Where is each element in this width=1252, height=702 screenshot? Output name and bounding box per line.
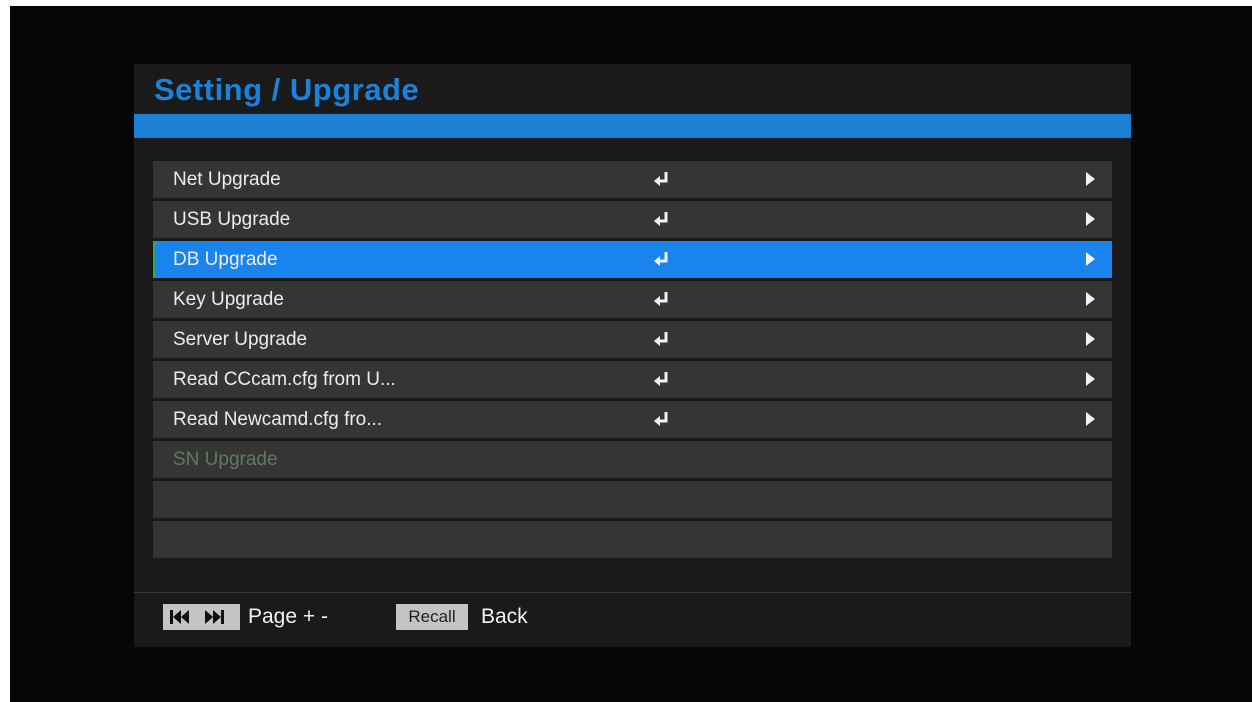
back-hint-label: Back	[481, 605, 528, 628]
menu-item-read-cccam-cfg-from-u[interactable]: Read CCcam.cfg from U...	[153, 361, 1112, 398]
menu-item-label: Net Upgrade	[173, 169, 281, 190]
menu-item-label: Key Upgrade	[173, 289, 284, 310]
menu-item-read-newcamd-cfg-fro[interactable]: Read Newcamd.cfg fro...	[153, 401, 1112, 438]
enter-return-icon	[654, 252, 668, 266]
settings-panel: Setting / Upgrade Net Upgrade USB Upgrade…	[134, 64, 1131, 647]
arrow-right-icon	[1086, 412, 1095, 426]
enter-return-icon	[654, 292, 668, 306]
menu-item-label: Read CCcam.cfg from U...	[173, 369, 396, 390]
menu-item-server-upgrade[interactable]: Server Upgrade	[153, 321, 1112, 358]
arrow-right-icon	[1086, 332, 1095, 346]
menu-item-empty-8	[153, 481, 1112, 518]
arrow-right-icon	[1086, 252, 1095, 266]
skip-prev-next-key	[163, 604, 240, 630]
enter-return-icon	[654, 412, 668, 426]
arrow-right-icon	[1086, 172, 1095, 186]
skip-prev-next-icon	[170, 610, 224, 624]
menu-item-label: SN Upgrade	[173, 449, 278, 470]
menu-item-empty-9	[153, 521, 1112, 558]
menu-item-label: USB Upgrade	[173, 209, 291, 230]
arrow-right-icon	[1086, 212, 1095, 226]
page-title: Setting / Upgrade	[154, 72, 420, 107]
upgrade-menu-list: Net Upgrade USB Upgrade DB Upgrade Key Upgr…	[153, 161, 1112, 561]
menu-item-label: Server Upgrade	[173, 329, 308, 350]
arrow-right-icon	[1086, 292, 1095, 306]
enter-return-icon	[654, 212, 668, 226]
footer-divider	[134, 592, 1131, 593]
menu-item-usb-upgrade[interactable]: USB Upgrade	[153, 201, 1112, 238]
enter-return-icon	[654, 332, 668, 346]
tv-screen: Setting / Upgrade Net Upgrade USB Upgrade…	[10, 6, 1252, 702]
enter-return-icon	[654, 172, 668, 186]
menu-item-label: DB Upgrade	[173, 249, 278, 270]
arrow-right-icon	[1086, 372, 1095, 386]
page-hint-label: Page + -	[248, 605, 328, 628]
recall-key: Recall	[396, 604, 468, 630]
menu-item-db-upgrade[interactable]: DB Upgrade	[153, 241, 1112, 278]
menu-item-key-upgrade[interactable]: Key Upgrade	[153, 281, 1112, 318]
menu-item-sn-upgrade: SN Upgrade	[153, 441, 1112, 478]
enter-return-icon	[654, 372, 668, 386]
title-underline-bar	[134, 114, 1131, 138]
menu-item-label: Read Newcamd.cfg fro...	[173, 409, 383, 430]
menu-item-net-upgrade[interactable]: Net Upgrade	[153, 161, 1112, 198]
